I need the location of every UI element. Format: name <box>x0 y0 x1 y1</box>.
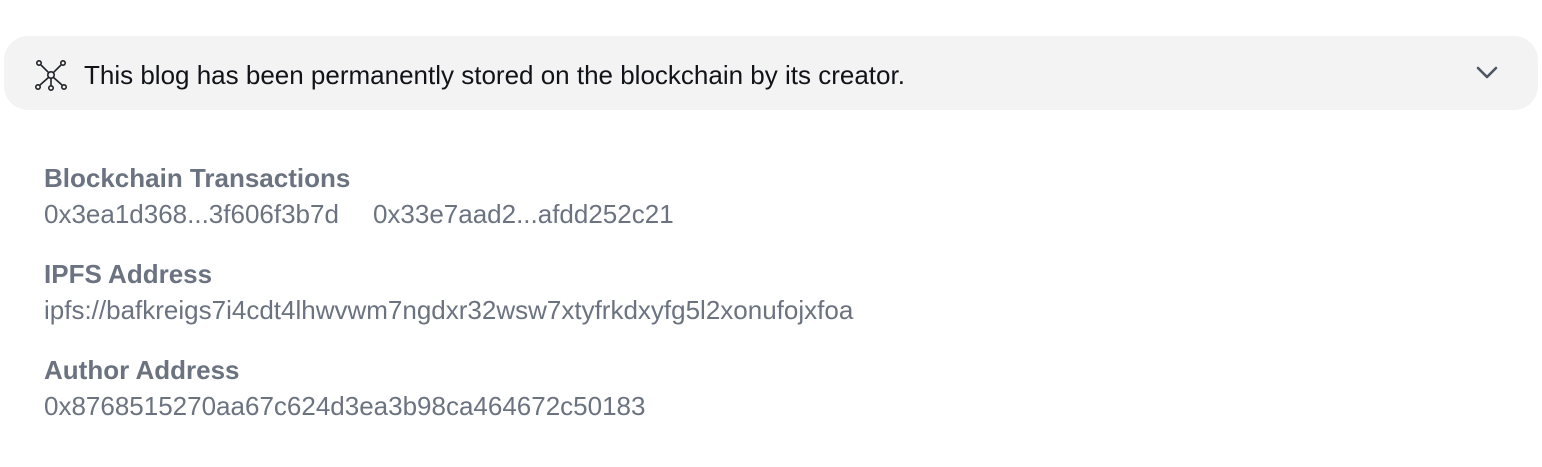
network-nodes-icon <box>34 58 68 92</box>
banner-message: This blog has been permanently stored on… <box>84 60 905 90</box>
transactions-group: Blockchain Transactions 0x3ea1d368...3f6… <box>44 160 853 232</box>
author-group: Author Address 0x8768515270aa67c624d3ea3… <box>44 352 853 424</box>
transaction-link[interactable]: 0x33e7aad2...afdd252c21 <box>373 196 674 232</box>
transactions-list: 0x3ea1d368...3f606f3b7d 0x33e7aad2...afd… <box>44 196 853 232</box>
blockchain-storage-banner[interactable]: This blog has been permanently stored on… <box>4 36 1538 110</box>
transactions-label: Blockchain Transactions <box>44 163 351 193</box>
ipfs-label: IPFS Address <box>44 259 213 289</box>
ipfs-group: IPFS Address ipfs://bafkreigs7i4cdt4lhwv… <box>44 256 853 328</box>
ipfs-address[interactable]: ipfs://bafkreigs7i4cdt4lhwvwm7ngdxr32wsw… <box>44 292 853 328</box>
chevron-down-icon[interactable] <box>1474 60 1500 86</box>
author-label: Author Address <box>44 355 240 385</box>
transaction-link[interactable]: 0x3ea1d368...3f606f3b7d <box>44 196 339 232</box>
storage-details: Blockchain Transactions 0x3ea1d368...3f6… <box>44 160 853 424</box>
author-address[interactable]: 0x8768515270aa67c624d3ea3b98ca464672c501… <box>44 388 853 424</box>
page: This blog has been permanently stored on… <box>0 0 1542 467</box>
